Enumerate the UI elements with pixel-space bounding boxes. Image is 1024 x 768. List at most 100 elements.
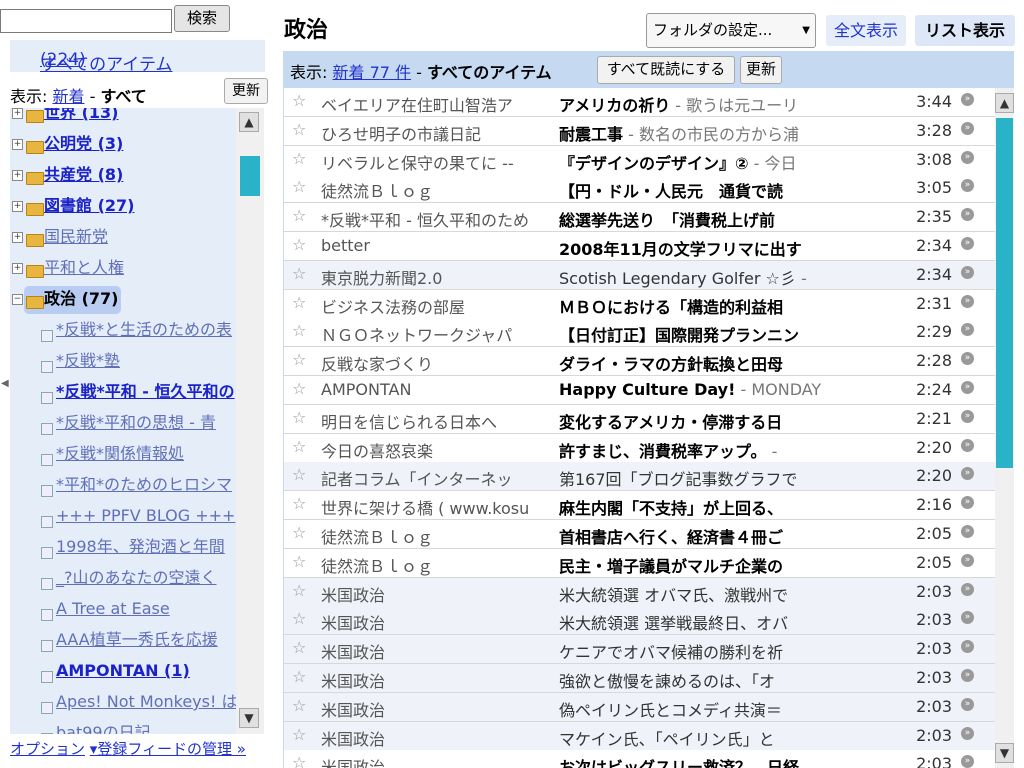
open-item-icon[interactable]: »	[961, 553, 974, 567]
folder-settings-dropdown[interactable]: フォルダの設定... ▼	[646, 13, 816, 48]
tree-item-label[interactable]: bat99の日記	[56, 720, 151, 734]
tree-item-label[interactable]: 共産党 (8)	[44, 162, 123, 188]
open-item-icon[interactable]: »	[961, 381, 974, 394]
star-icon[interactable]: ☆	[292, 753, 306, 768]
filter-new-link[interactable]: 新着	[53, 87, 85, 106]
star-icon[interactable]: ☆	[292, 581, 306, 600]
full-view-button[interactable]: 全文表示	[826, 15, 906, 46]
open-item-icon[interactable]: »	[961, 237, 974, 250]
star-icon[interactable]: ☆	[292, 206, 306, 225]
star-icon[interactable]: ☆	[292, 465, 306, 484]
item-row[interactable]: ☆ AMPONTAN Happy Culture Day! - MONDAY 2:24…	[284, 376, 995, 405]
tree-item-label[interactable]: *反戦*平和の思想 - 青	[56, 410, 216, 436]
expand-icon[interactable]: +	[12, 201, 23, 212]
item-row[interactable]: ☆ 徒然流Ｂｌｏｇ 民主・増子議員がマルチ企業の 2:05 »	[284, 548, 995, 578]
manage-feeds-link[interactable]: ▾登録フィードの管理 »	[90, 740, 246, 758]
item-row[interactable]: ☆ 今日の喜怒哀楽 許すまじ、消費税率アップ。 - 2:20 »	[284, 433, 995, 463]
item-row[interactable]: ☆ ビジネス法務の部屋 ＭＢＯにおける「構造的利益相 2:31 »	[284, 289, 995, 319]
tree-item-label[interactable]: 世界 (13)	[44, 108, 118, 126]
star-icon[interactable]: ☆	[292, 149, 306, 168]
sidebar-scrollbar[interactable]: ▲ ▼	[236, 108, 264, 734]
star-icon[interactable]: ☆	[292, 437, 306, 456]
scroll-up-icon[interactable]: ▲	[995, 93, 1014, 113]
scroll-down-icon[interactable]: ▼	[995, 743, 1014, 763]
item-row[interactable]: ☆ ひろせ明子の市議日記 耐震工事 - 数名の市民の方から浦 3:28 »	[284, 116, 995, 146]
scroll-down-icon[interactable]: ▼	[239, 708, 259, 728]
item-row[interactable]: ☆ 世界に架ける橋 ( www.kosu 麻生内閣「不支持」が上回る、 2:16 »	[284, 491, 995, 521]
open-item-icon[interactable]: »	[961, 438, 974, 452]
open-item-icon[interactable]: »	[961, 467, 974, 481]
item-row[interactable]: ☆ 米国政治 ケニアでオバマ候補の勝利を祈 2:03 »	[284, 635, 995, 665]
star-icon[interactable]: ☆	[292, 667, 306, 686]
search-input[interactable]	[0, 9, 172, 33]
open-item-icon[interactable]: »	[961, 150, 974, 164]
star-icon[interactable]: ☆	[292, 350, 306, 369]
open-item-icon[interactable]: »	[961, 294, 974, 308]
star-icon[interactable]: ☆	[292, 293, 306, 312]
star-icon[interactable]: ☆	[292, 638, 306, 657]
tree-item-label[interactable]: 政治 (77)	[44, 286, 118, 312]
item-row[interactable]: ☆ ベイエリア在住町山智浩ア アメリカの祈り - 歌うは元ユーリ 3:44 »	[284, 88, 995, 117]
item-row[interactable]: ☆ 米国政治 マケイン氏、「ペイリン氏」と 2:03 »	[284, 721, 995, 751]
star-icon[interactable]: ☆	[292, 494, 306, 513]
expand-icon[interactable]: +	[12, 108, 23, 119]
star-icon[interactable]: ☆	[292, 235, 306, 254]
open-item-icon[interactable]: »	[961, 755, 974, 768]
tree-item-label[interactable]: *反戦*平和 - 恒久平和の	[56, 379, 235, 405]
item-row[interactable]: ☆ 米国政治 米大統領選 選挙戦最終日、オバ 2:03 »	[284, 606, 995, 636]
main-scrollbar[interactable]: ▲ ▼	[995, 88, 1014, 768]
star-icon[interactable]: ☆	[292, 408, 306, 427]
tree-item-label[interactable]: 図書館 (27)	[44, 193, 134, 219]
star-icon[interactable]: ☆	[292, 177, 306, 196]
open-item-icon[interactable]: »	[961, 208, 974, 222]
tree-item-label[interactable]: *反戦*関係情報処	[56, 441, 184, 467]
open-item-icon[interactable]: »	[961, 121, 974, 135]
item-row[interactable]: ☆ リベラルと保守の果てに -- 『デザインのデザイン』② - 今日 3:08 »	[284, 145, 995, 175]
new-items-link[interactable]: 新着 77 件	[333, 63, 412, 82]
tree-item-label[interactable]: *反戦*塾	[56, 348, 120, 374]
star-icon[interactable]: ☆	[292, 379, 306, 398]
tree-item-label[interactable]: AAA植草一秀氏を応援	[56, 627, 218, 653]
tree-item-label[interactable]: 平和と人権	[44, 255, 124, 281]
item-row[interactable]: ☆ ＮＧＯネットワークジャパ 【日付訂正】国際開発プランニン 2:29 »	[284, 318, 995, 348]
item-row[interactable]: ☆ 徒然流Ｂｌｏｇ 首相書店へ行く、経済書４冊ご 2:05 »	[284, 520, 995, 549]
star-icon[interactable]: ☆	[292, 120, 306, 139]
mark-all-read-button[interactable]: すべて既読にする	[597, 56, 735, 84]
open-item-icon[interactable]: »	[961, 93, 974, 106]
tree-item-label[interactable]: _?山のあなたの空遠く	[56, 565, 217, 591]
sidebar-refresh-button[interactable]: 更新	[224, 78, 268, 104]
open-item-icon[interactable]: »	[961, 525, 974, 538]
tree-item-label[interactable]: 公明党 (3)	[44, 131, 123, 157]
item-row[interactable]: ☆ 米国政治 米大統領選 オバマ氏、激戦州で 2:03 »	[284, 577, 995, 607]
search-button[interactable]: 検索	[174, 5, 230, 32]
item-row[interactable]: ☆ 反戦な家づくり ダライ・ラマの方針転換と田母 2:28 »	[284, 347, 995, 377]
list-refresh-button[interactable]: 更新	[740, 56, 782, 84]
open-item-icon[interactable]: »	[961, 323, 974, 337]
open-item-icon[interactable]: »	[961, 726, 974, 740]
scroll-up-icon[interactable]: ▲	[239, 112, 259, 132]
open-item-icon[interactable]: »	[961, 640, 974, 654]
tree-item-label[interactable]: *平和*のためのヒロシマ	[56, 472, 232, 498]
options-link[interactable]: オプション	[10, 740, 85, 758]
list-view-button[interactable]: リスト表示	[915, 15, 1015, 46]
star-icon[interactable]: ☆	[292, 696, 306, 715]
open-item-icon[interactable]: »	[961, 409, 974, 423]
all-items-link[interactable]: すべてのアイテム (224)	[10, 40, 265, 75]
expand-icon[interactable]: +	[12, 170, 23, 181]
open-item-icon[interactable]: »	[961, 697, 974, 711]
tree-item-label[interactable]: +++ PPFV BLOG +++	[56, 503, 235, 529]
open-item-icon[interactable]: »	[961, 265, 974, 279]
item-row[interactable]: ☆ 記者コラム「インターネッ 第167回「ブログ記事数グラフで 2:20 »	[284, 462, 995, 492]
sidebar-scroll-thumb[interactable]	[240, 156, 260, 196]
item-row[interactable]: ☆ 明日を信じられる日本へ 変化するアメリカ・停滞する日 2:21 »	[284, 404, 995, 434]
item-row[interactable]: ☆ 米国政治 強欲と傲慢を諌めるのは、「オ 2:03 »	[284, 664, 995, 693]
main-scroll-thumb[interactable]	[996, 118, 1013, 468]
item-row[interactable]: ☆ 米国政治 お次はビッグスリー救済？ 日経 2:03 »	[284, 750, 995, 768]
item-row[interactable]: ☆ *反戦*平和 - 恒久平和のため 総選挙先送り 「消費税上げ前 2:35 »	[284, 203, 995, 233]
collapse-handle-icon[interactable]: ◀	[1, 378, 9, 389]
star-icon[interactable]: ☆	[292, 91, 306, 110]
star-icon[interactable]: ☆	[292, 725, 306, 744]
open-item-icon[interactable]: »	[961, 582, 974, 596]
open-item-icon[interactable]: »	[961, 179, 974, 193]
tree-item-label[interactable]: AMPONTAN (1)	[56, 658, 190, 684]
